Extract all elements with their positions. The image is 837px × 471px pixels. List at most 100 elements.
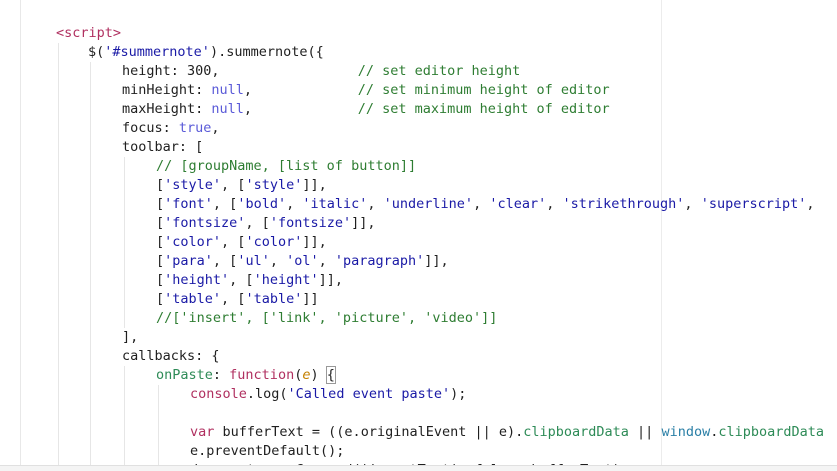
code-line[interactable]: toolbar: [ [0,138,837,157]
code-token-plain: ]], [302,177,327,193]
code-token-plain: [ [156,291,165,307]
code-line[interactable]: callbacks: { [0,347,837,366]
indent-guide [58,347,59,366]
indent-guide [124,195,125,214]
indent-guide [158,423,159,442]
code-token-cm: // set editor height [357,63,521,79]
code-line[interactable]: ['font', ['bold', 'italic', 'underline',… [0,195,837,214]
code-line-content: e.preventDefault(); [190,442,344,461]
code-editor[interactable]: <script> $('#summernote').summernote({hei… [0,0,837,471]
code-line-content: ['style', ['style']], [156,176,327,195]
code-line[interactable]: onPaste: function(e) { [0,366,837,385]
code-token-str: 'table' [164,291,222,307]
code-token-str: 'fontsize' [164,215,246,231]
indent-guide [58,271,59,290]
indent-guide [58,157,59,176]
indent-guide [58,195,59,214]
code-token-plain: , [243,101,358,117]
code-area[interactable]: <script> $('#summernote').summernote({hei… [0,24,837,471]
code-token-cm: // set maximum height of editor [357,101,610,117]
indent-guide [124,271,125,290]
code-line-content: minHeight: null, // set minimum height o… [122,81,610,100]
code-token-plain: , [ [212,196,238,212]
code-token-str: 'color' [245,234,303,250]
code-token-decl: function [229,367,295,383]
code-line[interactable]: focus: true, [0,119,837,138]
code-token-plain: , [473,196,490,212]
code-line[interactable]: <script> [0,24,837,43]
code-line[interactable]: ['height', ['height']], [0,271,837,290]
code-token-tag: <script> [56,25,122,41]
code-token-plain: maxHeight: [122,101,212,117]
code-token-str: 'font' [164,196,213,212]
code-token-cm: // set minimum height of editor [357,82,610,98]
code-token-plain: : [212,367,230,383]
code-line[interactable]: var bufferText = ((e.originalEvent || e)… [0,423,837,442]
code-line[interactable]: height: 300, // set editor height [0,62,837,81]
indent-guide [124,442,125,461]
code-line[interactable]: maxHeight: null, // set maximum height o… [0,100,837,119]
code-token-plain: [ [156,234,165,250]
code-token-plain: [ [156,253,165,269]
code-line-content: // [groupName, [list of button]] [156,157,416,176]
code-token-plain: , [684,196,701,212]
code-line[interactable]: e.preventDefault(); [0,442,837,461]
code-token-str: 'italic' [302,196,368,212]
code-token-plain: , [ [212,253,238,269]
indent-guide [58,100,59,119]
indent-guide [124,252,125,271]
code-token-plain: ]] [302,291,319,307]
code-token-str: 'fontsize' [269,215,352,231]
indent-guide [90,309,91,328]
code-token-plain: , [546,196,563,212]
indent-guide [158,442,159,461]
code-token-prop2: clipboardData [718,424,825,440]
indent-guide [90,290,91,309]
code-line-content: toolbar: [ [122,138,203,157]
code-token-plain: ], [122,329,139,345]
indent-guide [90,271,91,290]
code-token-plain: [ [156,272,165,288]
code-line[interactable]: minHeight: null, // set minimum height o… [0,81,837,100]
indent-guide [58,423,59,442]
code-line[interactable]: //['insert', ['link', 'picture', 'video'… [0,309,837,328]
code-token-str: 'paragraph' [334,253,425,269]
indent-guide [124,366,125,385]
code-line[interactable] [0,404,837,423]
code-token-plain: callbacks: { [122,348,220,364]
code-line[interactable]: ['table', ['table']] [0,290,837,309]
code-token-plain: , [ [221,291,246,307]
code-token-plain: , [367,196,384,212]
horizontal-scrollbar[interactable] [0,465,837,471]
indent-guide [58,214,59,233]
indent-guide [124,385,125,404]
indent-guide [58,81,59,100]
code-line-content: var bufferText = ((e.originalEvent || e)… [190,423,824,442]
code-line[interactable]: ['style', ['style']], [0,176,837,195]
indent-guide [58,309,59,328]
code-line[interactable]: console.log('Called event paste'); [0,385,837,404]
code-token-str: '#summernote' [104,44,210,60]
code-line[interactable]: // [groupName, [list of button]] [0,157,837,176]
indent-guide [90,157,91,176]
indent-guide [124,214,125,233]
code-line[interactable]: $('#summernote').summernote({ [0,43,837,62]
code-token-plain: , [ [221,177,246,193]
code-line[interactable]: ['fontsize', ['fontsize']], [0,214,837,233]
indent-guide [90,328,91,347]
code-line-content: console.log('Called event paste'); [190,385,466,404]
code-line-content: ['table', ['table']] [156,290,319,309]
code-token-str: 'height' [164,272,230,288]
code-token-cm: //['insert', ['link', 'picture', 'video'… [156,310,498,326]
code-line[interactable]: ['color', ['color']], [0,233,837,252]
code-token-plain: e.preventDefault(); [190,443,345,459]
code-token-str: 'para' [164,253,213,269]
code-line[interactable]: ], [0,328,837,347]
code-line[interactable]: ['para', ['ul', 'ol', 'paragraph']], [0,252,837,271]
code-token-plain: [ [156,196,165,212]
code-token-kw: true [178,120,212,136]
code-token-plain: [ [156,215,165,231]
code-token-plain: [ [156,177,165,193]
code-line-content: ['height', ['height']], [156,271,343,290]
code-token-str: 'height' [253,272,319,288]
